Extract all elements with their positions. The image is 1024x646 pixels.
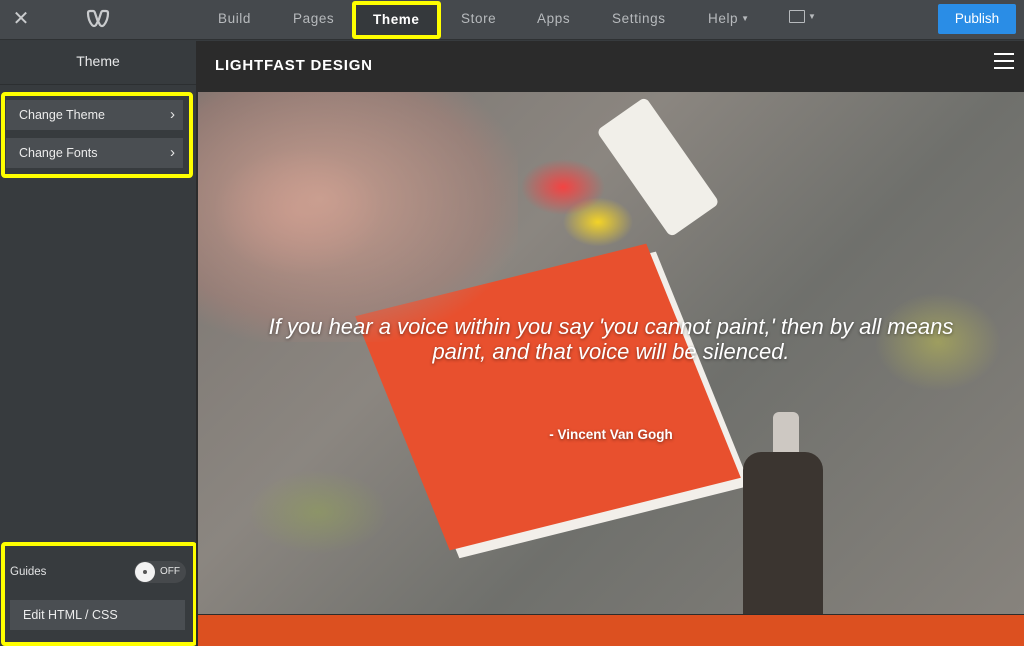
nav-pages[interactable]: Pages (293, 0, 334, 40)
guides-label: Guides (10, 566, 47, 578)
nav-build[interactable]: Build (218, 0, 251, 40)
paint-bottle-image (743, 452, 823, 614)
site-title[interactable]: LIGHTFAST DESIGN (215, 57, 373, 74)
chevron-right-icon: › (170, 106, 175, 123)
hero-banner[interactable]: If you hear a voice within you say 'you … (198, 92, 1024, 614)
weebly-logo-icon[interactable] (86, 9, 110, 29)
quote-line-1: If you hear a voice within you say 'you … (268, 314, 954, 339)
hand-image (198, 92, 518, 342)
caret-down-icon: ▼ (808, 12, 816, 21)
nav-help-label: Help (708, 11, 739, 26)
close-button[interactable]: ✕ (10, 8, 32, 30)
close-icon: ✕ (12, 8, 30, 30)
orange-section-band (198, 615, 1024, 646)
paint-tube-image (596, 96, 720, 238)
toggle-state: OFF (160, 566, 180, 577)
nav-apps[interactable]: Apps (537, 0, 570, 40)
desktop-device-icon (789, 10, 805, 23)
hamburger-menu-icon[interactable] (994, 53, 1014, 71)
top-toolbar: ✕ Build Pages Theme Store Apps Settings … (0, 0, 1024, 40)
hero-quote: If you hear a voice within you say 'you … (198, 314, 1024, 364)
nav-settings[interactable]: Settings (612, 0, 666, 40)
nav-help[interactable]: Help ▼ (708, 0, 750, 40)
change-theme-label: Change Theme (19, 108, 105, 122)
change-fonts-label: Change Fonts (19, 146, 98, 160)
publish-button[interactable]: Publish (938, 4, 1016, 34)
site-preview: LIGHTFAST DESIGN If you hear a voice wit… (196, 41, 1024, 646)
quote-line-2: paint, and that voice will be silenced. (432, 339, 790, 364)
chevron-right-icon: › (170, 144, 175, 161)
highlight-box (1, 542, 197, 646)
change-theme-button[interactable]: Change Theme › (6, 100, 183, 130)
edit-html-css-button[interactable]: Edit HTML / CSS (10, 600, 185, 630)
device-switcher[interactable]: ▼ (789, 10, 816, 23)
toggle-knob (135, 562, 155, 582)
sidebar-title: Theme (0, 41, 196, 85)
nav-store[interactable]: Store (461, 0, 496, 40)
change-fonts-button[interactable]: Change Fonts › (6, 138, 183, 168)
theme-sidebar: Theme Change Theme › Change Fonts › Guid… (0, 41, 197, 646)
site-header: LIGHTFAST DESIGN (196, 41, 1024, 92)
nav-theme[interactable]: Theme (352, 1, 441, 39)
guides-toggle[interactable]: OFF (134, 561, 186, 583)
caret-down-icon: ▼ (741, 14, 750, 24)
quote-author: - Vincent Van Gogh (549, 427, 673, 442)
